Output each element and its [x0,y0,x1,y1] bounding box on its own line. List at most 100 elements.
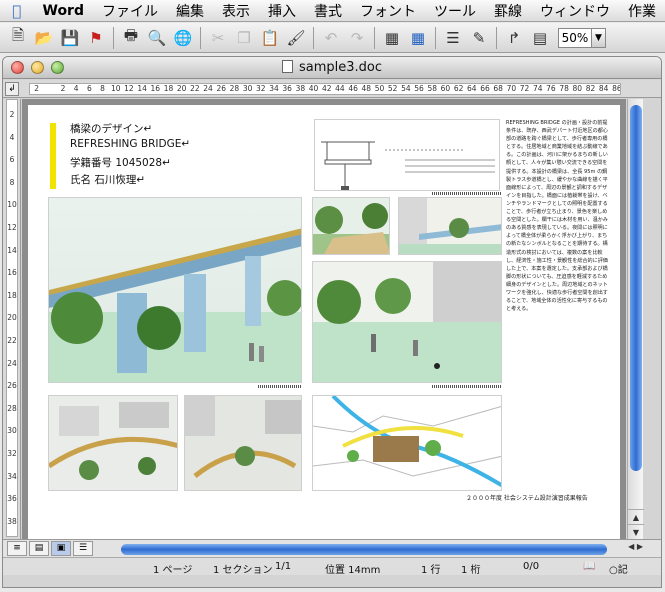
notebook-view-icon[interactable]: ☰ [73,541,93,556]
ruler-mark: 24 [203,84,213,93]
menu-work[interactable]: 作業 [619,1,665,21]
vertical-scrollbar[interactable]: ▲ ▼ [627,99,644,539]
menu-insert[interactable]: 挿入 [259,1,305,21]
vertical-ruler-mark: 6 [9,155,15,165]
document-page[interactable]: 橋梁のデザイン↵ REFRESHING BRIDGE↵ 学籍番号 1045028… [28,105,620,539]
vertical-scroll-thumb[interactable] [630,105,642,471]
cut-icon[interactable]: ✂ [206,26,230,50]
status-page: 1 ページ [153,565,193,576]
side-view-svg [399,198,501,254]
ruler-mark: 8 [100,84,105,93]
document-icon [281,60,293,73]
ruler-mark: 86 [612,84,621,93]
aerial-view-left[interactable] [48,395,178,491]
deck-view-svg [315,203,389,254]
vertical-ruler-scale[interactable]: 2 4 6 8 10 12 14 16 18 20 22 24 26 28 30 32 34 36 38 [6,99,18,537]
bridge-main-svg [49,228,301,373]
vertical-ruler[interactable]: 2 4 6 8 10 12 14 16 18 20 22 24 26 28 30 32 34 36 38 [3,99,21,539]
horizontal-ruler[interactable]: ↲ 2 2 4 6 8 10 12 14 16 18 20 22 24 26 28 30 32 34 36 38 40 4… [3,80,661,98]
columns-icon[interactable]: ☰ [441,26,465,50]
vertical-ruler-mark: 30 [7,426,17,436]
menu-font[interactable]: フォント [351,1,425,21]
vertical-scroll-arrows[interactable]: ▲ ▼ [628,509,644,539]
table-grid-icon[interactable]: ▦ [406,26,430,50]
ruler-mark: 44 [335,84,345,93]
scroll-up-arrow-icon[interactable]: ▲ [628,509,644,524]
paste-icon[interactable]: 📋 [258,26,282,50]
show-formatting-icon[interactable]: ↱ [502,26,526,50]
bridge-side-view[interactable] [398,197,502,255]
view-buttons: ≡ ▤ ▣ ☰ [7,541,93,556]
cross-section-drawing[interactable] [314,119,500,191]
bridge-main-render[interactable] [48,197,302,383]
ruler-scale[interactable]: 2 2 4 6 8 10 12 14 16 18 20 22 24 26 28 30 32 34 36 38 40 42 4… [29,83,621,95]
body-text-column[interactable]: REFRESHING BRIDGE の計画・設計の前提条件は、既存、西武デパート… [506,119,610,487]
vertical-ruler-mark: 18 [7,290,17,300]
page-footer: ２０００年度 社会システム設計演習成果報告 [466,495,588,502]
text-box-icon[interactable]: ▤ [528,26,552,50]
status-page-of: 1/1 [275,561,292,572]
vertical-ruler-mark: 4 [9,132,15,142]
horizontal-scroll-thumb[interactable] [121,544,607,555]
menu-app-word[interactable]: Word [34,3,94,19]
ruler-mark: 40 [308,84,319,93]
vertical-ruler-mark: 16 [7,268,17,278]
menu-window[interactable]: ウィンドウ [531,1,619,21]
document-canvas[interactable]: 橋梁のデザイン↵ REFRESHING BRIDGE↵ 学籍番号 1045028… [22,99,626,539]
tab-selector-icon[interactable]: ↲ [5,82,19,96]
format-painter-icon[interactable]: 🖌 [284,26,308,50]
image-divider [258,385,302,388]
spellcheck-icon[interactable]: 📖 [583,561,595,572]
page-layout-view-icon[interactable]: ▣ [51,541,71,556]
outline-view-icon[interactable]: ▤ [29,541,49,556]
new-document-icon[interactable]: 🗎 [6,26,30,50]
site-plan[interactable] [312,395,502,491]
menu-table[interactable]: 罫線 [485,1,531,21]
ruler-mark: 18 [163,84,174,93]
insert-table-icon[interactable]: ▦ [380,26,404,50]
ruler-mark: 14 [137,84,147,93]
normal-view-icon[interactable]: ≡ [7,541,27,556]
ruler-mark: 66 [480,84,490,93]
scroll-down-arrow-icon[interactable]: ▼ [628,524,644,539]
plaza-svg [317,262,501,369]
redo-icon[interactable]: ↷ [345,26,369,50]
zoom-control[interactable]: 50% ▼ [558,27,606,48]
apple-menu-icon[interactable]:  [0,2,34,20]
cross-section-svg [321,141,495,190]
horizontal-scroll-arrows[interactable]: ◀ ▶ [628,542,643,551]
ruler-mark: 50 [374,84,385,93]
ruler-mark: 30 [242,84,253,93]
menu-format[interactable]: 書式 [305,1,351,21]
ruler-mark: 54 [401,84,411,93]
undo-icon[interactable]: ↶ [319,26,343,50]
web-preview-icon[interactable]: 🌐 [171,26,195,50]
menu-view[interactable]: 表示 [213,1,259,21]
drawing-icon[interactable]: ✎ [467,26,491,50]
ruler-mark: 6 [86,84,92,93]
zoom-value[interactable]: 50% [558,27,592,48]
vertical-ruler-mark: 12 [7,223,17,232]
document-window: sample3.doc ↲ 2 2 4 6 8 10 12 14 16 18 20 22 24 26 28 3… [2,56,662,588]
flag-icon[interactable]: ⚑ [84,26,108,50]
record-icon[interactable]: ○記 [609,561,628,576]
status-bar: 1 ページ 1 セクション 1/1 位置 14mm 1 行 1 桁 0/0 📖 … [3,557,661,576]
plaza-render[interactable] [312,261,502,383]
status-section: 1 セクション [213,565,273,576]
print-preview-icon[interactable]: 🔍 [145,26,169,50]
ruler-mark: 64 [467,84,477,93]
copy-icon[interactable]: ❐ [232,26,256,50]
menu-edit[interactable]: 編集 [167,1,213,21]
ruler-mark: 34 [269,84,279,93]
ruler-mark: 2 [34,84,39,93]
aerial-view-right[interactable] [184,395,302,491]
open-icon[interactable]: 📂 [32,26,56,50]
ruler-mark: 78 [559,84,569,93]
bridge-deck-view[interactable] [312,197,390,255]
chevron-down-icon[interactable]: ▼ [592,27,606,48]
menu-file[interactable]: ファイル [93,1,167,21]
window-titlebar[interactable]: sample3.doc [3,57,661,79]
menu-tools[interactable]: ツール [425,1,485,21]
print-icon[interactable]: 🖶 [119,26,143,50]
save-icon[interactable]: 💾 [58,26,82,50]
